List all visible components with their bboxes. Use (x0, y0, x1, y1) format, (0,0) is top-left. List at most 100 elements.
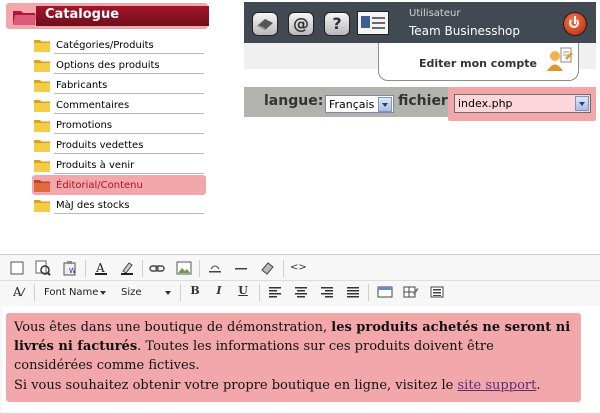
item-underline (54, 53, 204, 54)
sidebar-item-label: MàJ des stocks (56, 200, 130, 211)
help-button[interactable]: ? (324, 12, 350, 36)
business-card-button[interactable] (357, 11, 389, 35)
sidebar-item-label: Catégories/Produits (56, 40, 154, 51)
preview-icon[interactable] (35, 260, 51, 276)
align-right-icon[interactable] (319, 284, 335, 300)
chevron-down-icon (100, 291, 106, 295)
align-center-icon[interactable] (293, 284, 309, 300)
highlight-color-icon[interactable] (119, 260, 135, 276)
support-link[interactable]: site support (458, 378, 537, 393)
demo-text-start: Vous êtes dans une boutique de démonstra… (14, 320, 332, 335)
folder-icon (34, 60, 50, 72)
form-icon[interactable] (429, 284, 445, 300)
toolbar-spacer (244, 43, 378, 69)
demo-paragraph: Vous êtes dans une boutique de démonstra… (14, 318, 574, 375)
svg-text:W: W (69, 267, 76, 275)
langue-select[interactable]: Français (325, 95, 394, 113)
paste-word-icon[interactable]: W (62, 260, 78, 276)
item-underline (54, 93, 204, 94)
svg-text:A: A (12, 285, 22, 299)
fichier-value: index.php (458, 97, 513, 110)
sidebar-item[interactable]: Commentaires (32, 95, 204, 115)
langue-label: langue: (264, 93, 324, 109)
font-size-dropdown[interactable]: Size (121, 284, 171, 301)
support-paragraph: Si vous souhaitez obtenir votre propre b… (14, 376, 574, 395)
font-name-dropdown[interactable]: Font Name (44, 284, 106, 301)
edit-account-button[interactable]: Editer mon compte (378, 43, 579, 81)
sidebar-item[interactable]: Éditorial/Contenu (32, 175, 206, 195)
question-icon: ? (332, 14, 342, 33)
fichier-select[interactable]: index.php (454, 94, 591, 113)
item-underline (54, 133, 204, 134)
user-name: Team Businesshop (409, 24, 521, 38)
font-name-label: Font Name (44, 287, 99, 298)
svg-text:A: A (95, 261, 105, 275)
folder-icon (34, 40, 50, 52)
card-icon (361, 16, 370, 28)
folder-icon (34, 180, 50, 192)
font-size-label: Size (121, 287, 142, 298)
fichier-label: fichier: (398, 93, 454, 109)
langue-value: Français (329, 98, 375, 111)
sidebar-item[interactable]: MàJ des stocks (32, 195, 204, 215)
at-icon: @ (293, 14, 309, 33)
sidebar-item-label: Options des produits (56, 60, 160, 71)
user-edit-icon (547, 47, 573, 71)
table-edit-icon[interactable] (403, 284, 419, 300)
sidebar-item-label: Produits vedettes (56, 140, 144, 151)
sidebar-item-label: Éditorial/Contenu (56, 180, 143, 191)
sidebar-item-label: Commentaires (56, 100, 130, 111)
editor-toolbar-top: W A <> (0, 257, 600, 279)
eraser-icon[interactable] (259, 260, 275, 276)
anchor-icon[interactable] (207, 260, 223, 276)
support-text-end: . (536, 378, 541, 393)
italic-button[interactable]: I (211, 284, 227, 300)
sidebar-item-label: Produits à venir (56, 160, 135, 171)
support-text-start: Si vous souhaitez obtenir votre propre b… (14, 378, 458, 393)
image-icon[interactable] (176, 260, 192, 276)
fichier-select-highlight: index.php (448, 87, 596, 121)
folder-icon (34, 100, 50, 112)
book-icon (257, 19, 273, 30)
item-underline (54, 73, 204, 74)
horizontal-rule-icon[interactable] (233, 260, 249, 276)
folder-icon (34, 140, 50, 152)
catalogue-title: Catalogue (45, 7, 120, 22)
chevron-down-icon (165, 291, 171, 295)
editor-toolbar-bottom: A Font Name Size B I U (0, 281, 600, 305)
sidebar-item-label: Fabricants (56, 80, 108, 91)
justify-icon[interactable] (345, 284, 361, 300)
item-underline (54, 153, 204, 154)
catalog-button[interactable] (252, 12, 278, 36)
user-toolbar: @ ? Utilisateur Team Businesshop (244, 2, 596, 43)
table-icon[interactable] (377, 284, 393, 300)
sidebar-item[interactable]: Produits vedettes (32, 135, 204, 155)
style-icon[interactable]: A (12, 284, 28, 300)
sidebar-item[interactable]: Catégories/Produits (32, 35, 204, 55)
chevron-down-icon (378, 97, 392, 112)
sidebar-item[interactable]: Promotions (32, 115, 204, 135)
link-icon[interactable] (149, 260, 165, 276)
text-color-icon[interactable]: A (93, 260, 109, 276)
underline-button[interactable]: U (235, 284, 251, 300)
folder-icon (34, 80, 50, 92)
toolbar-spacer-right (579, 43, 596, 69)
folder-icon (34, 160, 50, 172)
sidebar-item[interactable]: Produits à venir (32, 155, 204, 175)
align-left-icon[interactable] (267, 284, 283, 300)
user-label: Utilisateur (409, 8, 461, 19)
power-icon[interactable] (563, 12, 587, 36)
sidebar-item[interactable]: Fabricants (32, 75, 204, 95)
catalogue-header[interactable]: Catalogue (6, 3, 209, 29)
bold-button[interactable]: B (187, 284, 203, 300)
sidebar-item-label: Promotions (56, 120, 113, 131)
folder-icon (34, 120, 50, 132)
item-underline (54, 173, 204, 174)
email-button[interactable]: @ (288, 12, 314, 36)
edit-account-label: Editer mon compte (419, 57, 537, 70)
source-code-icon[interactable]: <> (290, 260, 307, 276)
item-underline (54, 213, 204, 214)
sidebar-item[interactable]: Options des produits (32, 55, 204, 75)
chevron-down-icon (575, 96, 589, 111)
new-document-icon[interactable] (9, 260, 25, 276)
